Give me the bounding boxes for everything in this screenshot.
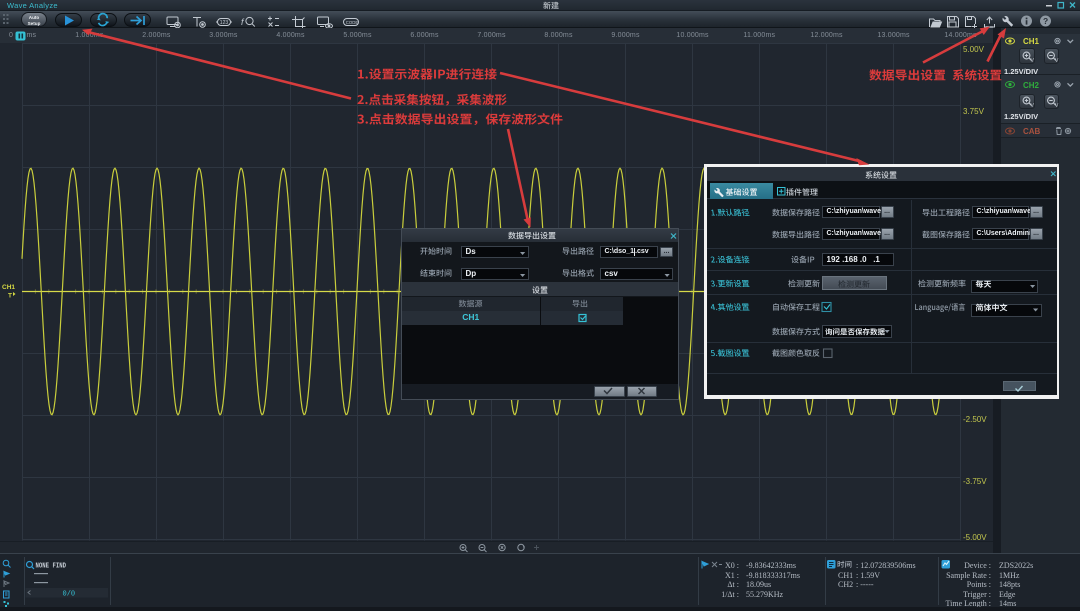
svg-text:?: ? [1043, 16, 1048, 26]
svg-text:0/0: 0/0 [63, 591, 76, 599]
svg-text:CH1: CH1 [2, 284, 15, 291]
svg-text:123: 123 [220, 20, 229, 26]
svg-text:CODE: CODE [346, 20, 359, 25]
svg-text:5.00V: 5.00V [963, 45, 985, 54]
svg-text:f: f [241, 17, 245, 27]
svg-text:T: T [8, 293, 12, 300]
svg-text:3.75V: 3.75V [963, 107, 985, 116]
svg-text:-3.75V: -3.75V [963, 477, 987, 486]
svg-text:-2.50V: -2.50V [963, 415, 987, 424]
svg-text:NONE FIND: NONE FIND [36, 563, 67, 571]
